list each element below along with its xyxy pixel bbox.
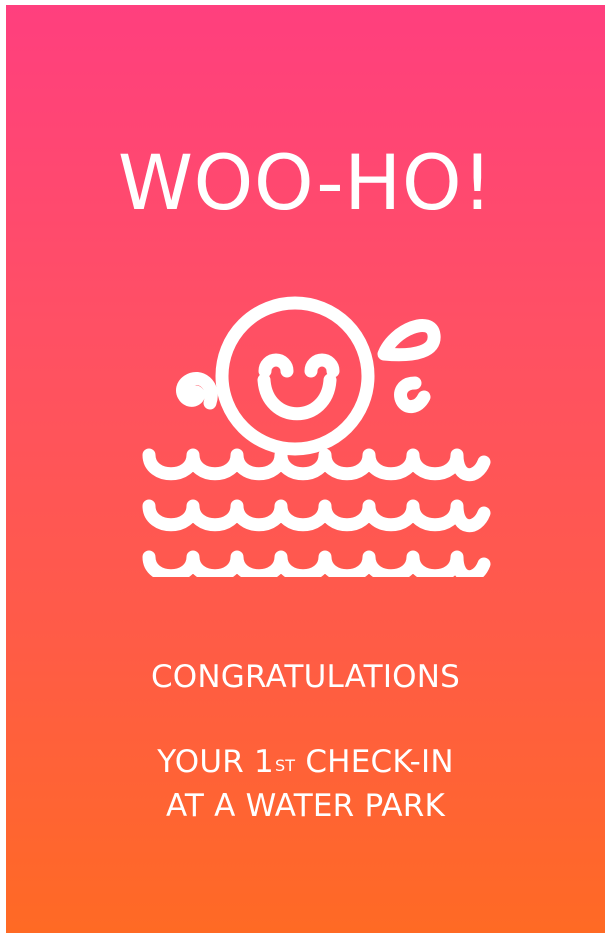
smiley-face — [215, 296, 375, 456]
smiley-splashing-in-water-icon — [142, 296, 491, 577]
message-suffix: CHECK-IN — [295, 744, 454, 780]
message-line-1: YOUR 1ST CHECK-IN — [6, 740, 605, 784]
waves-icon — [142, 448, 491, 577]
achievement-card: WOO-HO! CONGRATULATIONS YOUR 1ST CHECK-I… — [6, 5, 605, 933]
congratulations-text: CONGRATULATIONS — [150, 659, 461, 695]
right-splash-icon — [377, 319, 441, 413]
message-line-2: AT A WATER PARK — [165, 788, 446, 824]
left-splash-icon — [176, 372, 218, 410]
message-prefix: YOUR 1 — [157, 744, 274, 780]
ordinal-suffix: ST — [274, 756, 296, 775]
achievement-message: YOUR 1ST CHECK-IN AT A WATER PARK — [6, 740, 605, 828]
headline: WOO-HO! — [117, 138, 494, 227]
screen-frame: WOO-HO! CONGRATULATIONS YOUR 1ST CHECK-I… — [0, 0, 610, 938]
